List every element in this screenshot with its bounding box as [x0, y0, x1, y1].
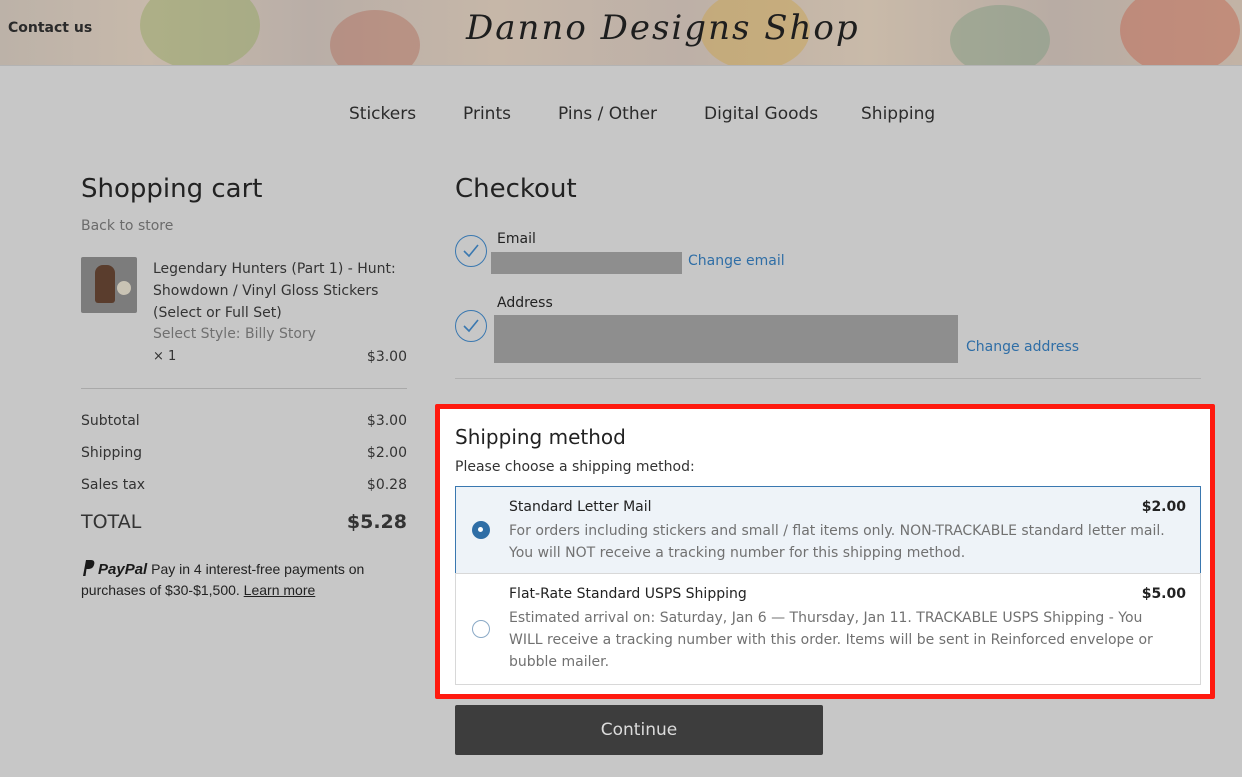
nav-prints[interactable]: Prints — [463, 104, 511, 124]
shipping-method-title: Shipping method — [455, 425, 626, 449]
subtotal-row: Subtotal $3.00 — [81, 413, 407, 429]
banner-art — [950, 5, 1050, 65]
shipping-method-section: Shipping method Please choose a shipping… — [435, 404, 1215, 699]
address-value-redacted — [494, 315, 958, 363]
banner-art — [1120, 0, 1240, 65]
shipping-option-price: $5.00 — [1141, 586, 1186, 602]
checkout-title: Checkout — [455, 174, 577, 204]
total-label: TOTAL — [81, 511, 142, 533]
address-complete-icon — [455, 310, 487, 342]
nav-pins-other[interactable]: Pins / Other — [558, 104, 657, 124]
total-row: TOTAL $5.28 — [81, 511, 407, 533]
item-style: Select Style: Billy Story — [153, 326, 316, 342]
email-complete-icon — [455, 235, 487, 267]
item-price: $3.00 — [366, 349, 407, 365]
shipping-option-description: Estimated arrival on: Saturday, Jan 6 — … — [509, 610, 1153, 670]
change-address-link[interactable]: Change address — [966, 339, 1079, 355]
subtotal-value: $3.00 — [366, 413, 407, 429]
paypal-message: PayPal Pay in 4 interest-free payments o… — [81, 559, 407, 600]
address-label: Address — [497, 295, 553, 311]
shop-logo[interactable]: Danno Designs Shop — [466, 8, 860, 48]
banner-art — [140, 0, 260, 65]
shopping-cart-panel: Shopping cart Back to store Legendary Hu… — [81, 174, 407, 598]
tax-value: $0.28 — [366, 477, 407, 493]
subtotal-label: Subtotal — [81, 413, 140, 429]
shipping-option-letter-mail[interactable]: Standard Letter Mail $2.00 For orders in… — [455, 486, 1201, 574]
paypal-logo: PayPal — [98, 561, 148, 578]
nav-shipping[interactable]: Shipping — [861, 104, 935, 124]
shipping-option-name: Flat-Rate Standard USPS Shipping — [509, 586, 747, 602]
item-thumbnail[interactable] — [81, 257, 137, 313]
shipping-method-subtitle: Please choose a shipping method: — [455, 459, 695, 475]
cart-title: Shopping cart — [81, 174, 263, 204]
shipping-option-name: Standard Letter Mail — [509, 499, 652, 515]
checkout-divider — [455, 378, 1201, 379]
item-name[interactable]: Legendary Hunters (Part 1) - Hunt: Showd… — [153, 258, 407, 324]
tax-label: Sales tax — [81, 477, 146, 493]
back-to-store-link[interactable]: Back to store — [81, 218, 173, 234]
contact-us-link[interactable]: Contact us — [8, 20, 92, 36]
nav-stickers[interactable]: Stickers — [349, 104, 416, 124]
shipping-row: Shipping $2.00 — [81, 445, 407, 461]
tax-row: Sales tax $0.28 — [81, 477, 407, 493]
email-value-redacted — [491, 252, 682, 274]
total-value: $5.28 — [346, 511, 407, 533]
change-email-link[interactable]: Change email — [688, 253, 785, 269]
shipping-label: Shipping — [81, 445, 143, 461]
radio-unselected-icon[interactable] — [472, 620, 490, 638]
banner-art — [330, 10, 420, 65]
shipping-value: $2.00 — [366, 445, 407, 461]
email-label: Email — [497, 231, 536, 247]
header-banner: Contact us Danno Designs Shop — [0, 0, 1242, 66]
nav-digital-goods[interactable]: Digital Goods — [704, 104, 818, 124]
main-nav: Stickers Prints Pins / Other Digital Goo… — [0, 104, 1242, 128]
radio-selected-icon[interactable] — [472, 521, 490, 539]
checkout-panel: Checkout Email Change email Address Chan… — [455, 174, 1201, 379]
sticker-coin — [117, 281, 131, 295]
paypal-icon — [83, 560, 95, 576]
item-quantity: × 1 — [153, 349, 177, 364]
continue-button[interactable]: Continue — [455, 705, 823, 755]
paypal-learn-more-link[interactable]: Learn more — [244, 582, 316, 598]
shipping-option-price: $2.00 — [1141, 499, 1186, 515]
shipping-option-description: For orders including stickers and small … — [509, 523, 1165, 561]
sticker-figure — [95, 265, 115, 303]
shipping-option-usps[interactable]: Flat-Rate Standard USPS Shipping $5.00 E… — [455, 573, 1201, 685]
cart-divider — [81, 388, 407, 389]
